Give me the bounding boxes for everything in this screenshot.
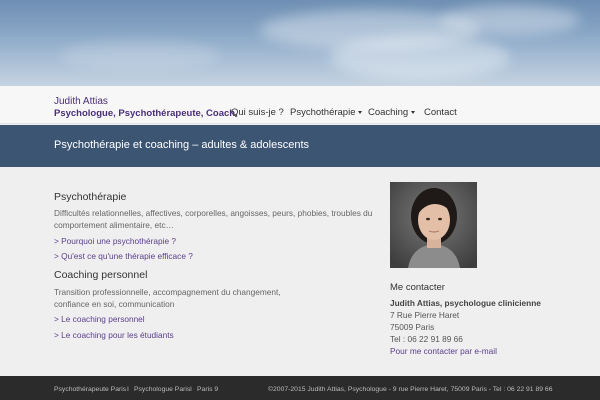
footer-separator: I: [190, 386, 192, 393]
link-pourquoi-psychotherapie[interactable]: > Pourquoi une psychothérapie ?: [54, 236, 176, 246]
page-title: Psychothérapie et coaching – adultes & a…: [54, 139, 309, 151]
nav-item-qui-suis-je[interactable]: Qui suis-je ?: [231, 107, 284, 118]
nav-item-label: Coaching: [368, 107, 409, 118]
nav-item-psychotherapie[interactable]: Psychothérapie: [290, 107, 363, 118]
contact-name: Judith Attias, psychologue clinicienne: [390, 298, 541, 308]
contact-street: 7 Rue Pierre Haret: [390, 310, 460, 320]
portrait-photo: [390, 182, 477, 268]
footer-separator: I: [127, 386, 129, 393]
brand-tagline[interactable]: Psychologue, Psychothérapeute, Coach.: [54, 108, 238, 119]
contact-email-link[interactable]: Pour me contacter par e-mail: [390, 346, 497, 356]
footer-link-paris-9[interactable]: Paris 9: [197, 386, 218, 393]
brand-name[interactable]: Judith Attias: [54, 96, 108, 107]
hero-sky-image: [0, 0, 600, 86]
section-heading-coaching: Coaching personnel: [54, 269, 148, 281]
link-coaching-etudiants[interactable]: > Le coaching pour les étudiants: [54, 330, 174, 340]
contact-city: 75009 Paris: [390, 322, 435, 332]
footer-link-psychotherapeute-paris[interactable]: Psychothérapeute Paris: [54, 386, 126, 393]
section-text-line: Transition professionnelle, accompagneme…: [54, 287, 281, 297]
nav-item-coaching[interactable]: Coaching: [368, 107, 416, 118]
footer-copyright: ©2007-2015 Judith Attias, Psychologue - …: [268, 386, 553, 393]
section-text-line: comportement alimentaire, etc…: [54, 220, 174, 230]
section-text-line: Difficultés relationnelles, affectives, …: [54, 208, 373, 218]
page-banner: Psychothérapie et coaching – adultes & a…: [0, 125, 600, 167]
caret-down-icon: [411, 110, 416, 114]
navbar: Judith Attias Psychologue, Psychothérape…: [0, 86, 600, 124]
contact-heading: Me contacter: [390, 282, 445, 293]
nav-item-label: Qui suis-je ?: [231, 107, 284, 118]
contact-phone: Tel : 06 22 91 89 66: [390, 334, 463, 344]
section-text-line: confiance en soi, communication: [54, 299, 175, 309]
nav-item-contact[interactable]: Contact: [424, 107, 457, 118]
link-therapie-efficace[interactable]: > Qu'est ce qu'une thérapie efficace ?: [54, 251, 193, 261]
section-heading-psychotherapie: Psychothérapie: [54, 191, 127, 203]
footer-link-psychologue-paris[interactable]: Psychologue Paris: [134, 386, 190, 393]
nav-item-label: Contact: [424, 107, 457, 118]
link-coaching-personnel[interactable]: > Le coaching personnel: [54, 314, 145, 324]
footer: Psychothérapeute Paris I Psychologue Par…: [0, 376, 600, 400]
caret-down-icon: [358, 110, 363, 114]
nav-item-label: Psychothérapie: [290, 107, 356, 118]
